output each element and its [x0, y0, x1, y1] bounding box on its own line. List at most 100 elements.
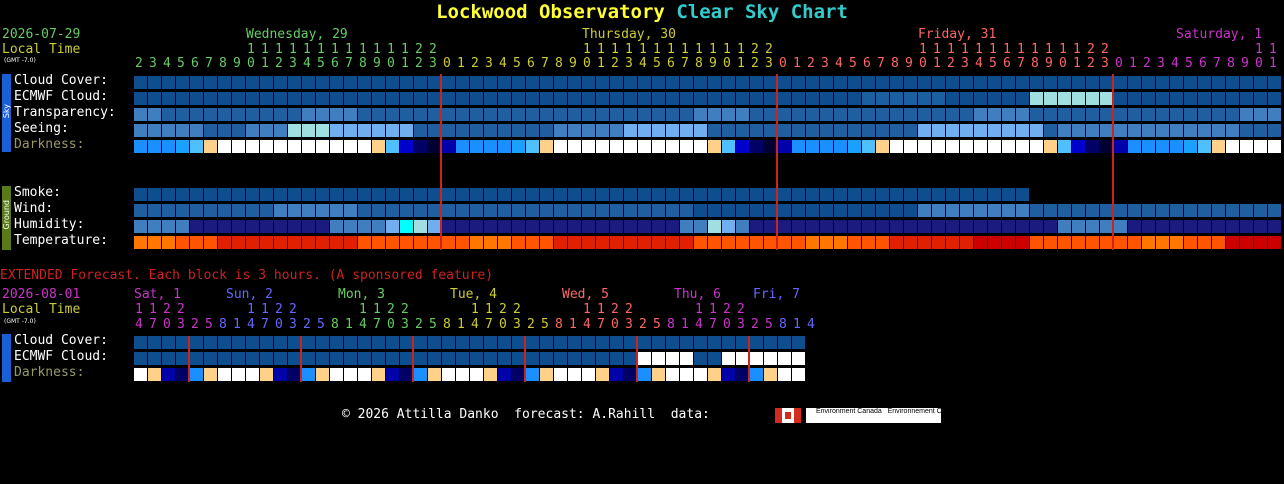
ecmwf-cloud-cell	[232, 92, 245, 105]
cloud-cover-cell	[666, 76, 679, 89]
wind-cell	[820, 204, 833, 217]
transparency-cell	[372, 108, 385, 121]
ecmwf-cloud-cell	[848, 92, 861, 105]
ext-cloud-cover-cell	[624, 336, 637, 349]
ext-ecmwf-cell	[246, 352, 259, 365]
ext-ecmwf-cell	[484, 352, 497, 365]
seeing-cell	[386, 124, 399, 137]
darkness-cell	[722, 140, 735, 153]
smoke-cell	[596, 188, 609, 201]
humidity-cell	[190, 220, 203, 233]
humidity-cell	[1198, 220, 1211, 233]
temperature-cell	[638, 236, 651, 249]
ext-day-label: Fri, 7	[753, 287, 800, 302]
ecmwf-cloud-cell	[148, 92, 161, 105]
wind-cell	[302, 204, 315, 217]
darkness-cell	[1072, 140, 1085, 153]
seeing-cell	[372, 124, 385, 137]
darkness-cell	[610, 140, 623, 153]
smoke-cell	[554, 188, 567, 201]
transparency-cell	[484, 108, 497, 121]
ext-cloud-cover-cell	[330, 336, 343, 349]
smoke-cell	[148, 188, 161, 201]
wind-cell	[848, 204, 861, 217]
ext-darkness-cell	[526, 368, 539, 381]
temperature-cell	[540, 236, 553, 249]
ecmwf-cloud-cell	[652, 92, 665, 105]
darkness-cell	[372, 140, 385, 153]
temperature-cell	[1198, 236, 1211, 249]
smoke-cell	[512, 188, 525, 201]
humidity-cell	[1128, 220, 1141, 233]
darkness-cell	[848, 140, 861, 153]
temperature-cell	[204, 236, 217, 249]
seeing-cell	[932, 124, 945, 137]
ext-darkness-cell	[624, 368, 637, 381]
humidity-cell	[218, 220, 231, 233]
darkness-cell	[176, 140, 189, 153]
ext-day-label: Thu, 6	[674, 287, 721, 302]
smoke-cell	[568, 188, 581, 201]
transparency-cell	[1254, 108, 1267, 121]
ecmwf-cloud-cell	[218, 92, 231, 105]
ext-darkness-cell	[610, 368, 623, 381]
ext-date: 2026-08-01	[2, 287, 81, 302]
smoke-cell	[484, 188, 497, 201]
smoke-cell	[932, 188, 945, 201]
temperature-cell	[302, 236, 315, 249]
ext-hour-digit: 7	[485, 317, 493, 332]
ext-cloud-cover-cell	[582, 336, 595, 349]
ext-hour-tens: 2	[513, 302, 521, 317]
humidity-cell	[1212, 220, 1225, 233]
darkness-cell	[526, 140, 539, 153]
darkness-cell	[316, 140, 329, 153]
humidity-cell	[232, 220, 245, 233]
smoke-cell	[680, 188, 693, 201]
transparency-cell	[974, 108, 987, 121]
ext-hour-digit: 3	[401, 317, 409, 332]
humidity-cell	[708, 220, 721, 233]
ext-hour-digit: 5	[765, 317, 773, 332]
seeing-cell	[694, 124, 707, 137]
ext-darkness-cell	[736, 368, 749, 381]
humidity-cell	[1184, 220, 1197, 233]
ecmwf-cloud-cell	[1184, 92, 1197, 105]
ext-cloud-cover-cell	[274, 336, 287, 349]
ext-darkness-cell	[204, 368, 217, 381]
environment-canada-logo[interactable]: Environment Canada Environnement Canada	[806, 408, 961, 423]
ecmwf-cloud-cell	[568, 92, 581, 105]
temperature-cell	[554, 236, 567, 249]
smoke-cell	[806, 188, 819, 201]
darkness-cell	[1016, 140, 1029, 153]
ext-hour-digit: 3	[625, 317, 633, 332]
seeing-cell	[134, 124, 147, 137]
transparency-cell	[722, 108, 735, 121]
seeing-cell	[1072, 124, 1085, 137]
smoke-cell	[232, 188, 245, 201]
transparency-cell	[876, 108, 889, 121]
darkness-cell	[218, 140, 231, 153]
ext-cloud-cover-cell	[694, 336, 707, 349]
ext-darkness-cell	[708, 368, 721, 381]
temperature-cell	[1114, 236, 1127, 249]
temperature-cell	[750, 236, 763, 249]
ecmwf-cloud-cell	[330, 92, 343, 105]
darkness-cell	[1184, 140, 1197, 153]
ext-darkness-cell	[414, 368, 427, 381]
temperature-cell	[792, 236, 805, 249]
ecmwf-cloud-cell	[470, 92, 483, 105]
temperature-cell	[1226, 236, 1239, 249]
ext-ecmwf-cell	[722, 352, 735, 365]
transparency-cell	[596, 108, 609, 121]
logo-text-en: Environment Canada	[816, 408, 882, 415]
ext-hour-tens: 1	[695, 302, 703, 317]
ext-hour-digit: 2	[191, 317, 199, 332]
transparency-cell	[1016, 108, 1029, 121]
cloud-cover-cell	[792, 76, 805, 89]
ecmwf-cloud-cell	[386, 92, 399, 105]
seeing-cell	[778, 124, 791, 137]
humidity-cell	[904, 220, 917, 233]
humidity-cell	[932, 220, 945, 233]
ext-ecmwf-cell	[162, 352, 175, 365]
ecmwf-cloud-cell	[414, 92, 427, 105]
